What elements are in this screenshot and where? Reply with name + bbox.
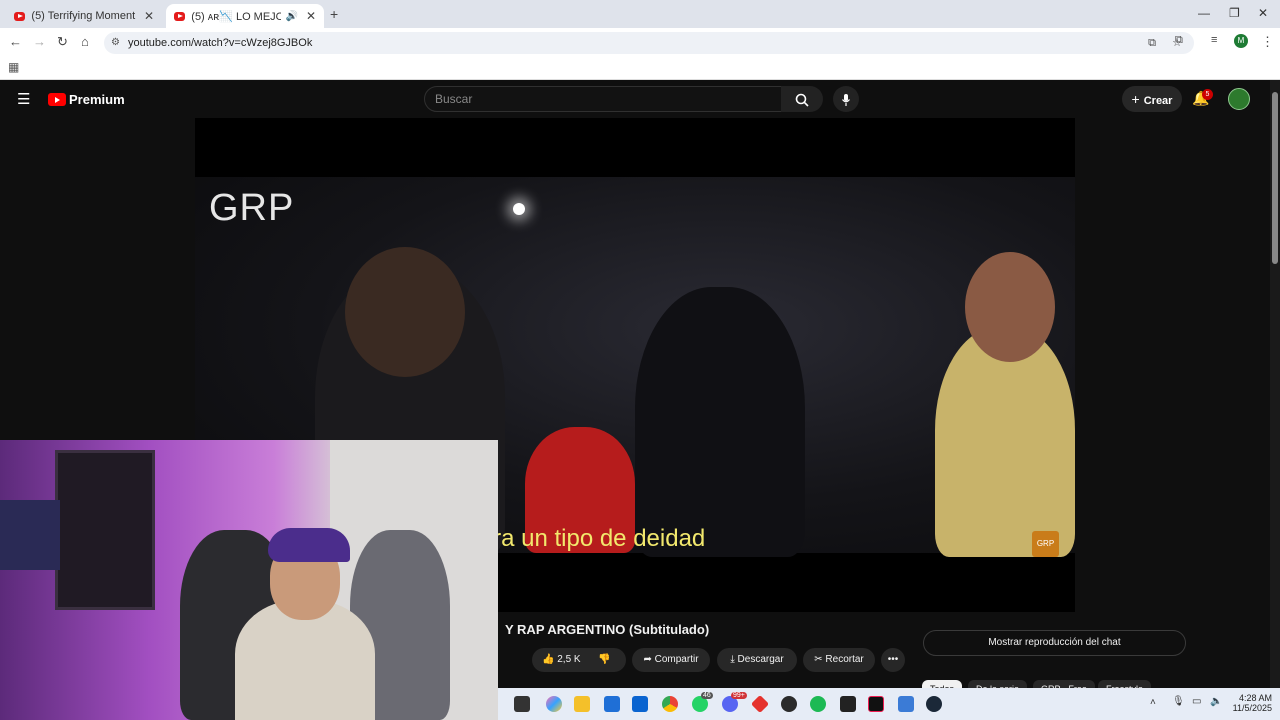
notification-badge: 5 bbox=[1202, 89, 1213, 100]
copilot-icon[interactable] bbox=[546, 696, 562, 712]
download-button[interactable]: ⤓ Descargar bbox=[717, 648, 797, 672]
scrollbar-thumb[interactable] bbox=[1272, 92, 1278, 264]
whatsapp-badge: 46 bbox=[701, 692, 713, 699]
page-scrollbar[interactable] bbox=[1270, 80, 1280, 688]
logo-text: Premium bbox=[69, 92, 125, 107]
cast-icon[interactable]: ⧉ bbox=[1148, 32, 1156, 54]
browser-tab-2[interactable]: (5) ᴀʀ📉 LO MEJOR DE ISSY 🔊 ✕ bbox=[166, 4, 324, 28]
youtube-header: ☰ Premium Buscar + Crear 🔔 5 bbox=[0, 80, 1280, 118]
store-icon[interactable] bbox=[604, 696, 620, 712]
epic-games-icon[interactable] bbox=[840, 696, 856, 712]
clip-label: Recortar bbox=[825, 654, 864, 665]
webcam-monitor bbox=[0, 500, 60, 570]
address-bar[interactable]: ⚙ youtube.com/watch?v=cWzej8GJBOk ⧉ ☆ bbox=[104, 32, 1194, 54]
close-tab-icon[interactable]: ✕ bbox=[306, 9, 316, 23]
browser-tab-1[interactable]: (5) Terrifying Moment! U.S. Co ✕ bbox=[6, 4, 162, 28]
download-icon: ⤓ bbox=[730, 654, 735, 665]
voice-search-button[interactable] bbox=[833, 86, 859, 112]
file-explorer-icon[interactable] bbox=[574, 696, 590, 712]
tab-title: (5) Terrifying Moment! U.S. Co bbox=[31, 10, 136, 22]
video-title: Y RAP ARGENTINO (Subtitulado) bbox=[505, 622, 710, 637]
browser-toolbar: ← → ↻ ⌂ ⚙ youtube.com/watch?v=cWzej8GJBO… bbox=[0, 28, 1280, 56]
clock-time: 4:28 AM bbox=[1238, 693, 1272, 703]
site-info-icon[interactable]: ⚙ bbox=[111, 32, 120, 54]
volume-icon[interactable]: 🔈 bbox=[1210, 696, 1222, 707]
photos-icon[interactable] bbox=[898, 696, 914, 712]
like-dislike-group: 👍 2,5 K 👎 bbox=[532, 648, 626, 672]
channel-branding-watermark[interactable]: GRP bbox=[1032, 531, 1059, 557]
url-text: youtube.com/watch?v=cWzej8GJBOk bbox=[128, 37, 313, 49]
app-diamond-icon[interactable] bbox=[750, 694, 770, 714]
tab-title: (5) ᴀʀ📉 LO MEJOR DE ISSY bbox=[191, 10, 282, 23]
spotify-icon[interactable] bbox=[810, 696, 826, 712]
speaker-icon[interactable]: 🔊 bbox=[285, 11, 297, 22]
outlook-icon[interactable] bbox=[632, 696, 648, 712]
account-avatar[interactable] bbox=[1228, 88, 1250, 110]
network-icon[interactable]: ▭ bbox=[1192, 696, 1201, 707]
video-person-hooded bbox=[635, 287, 805, 557]
share-button[interactable]: ➦ Compartir bbox=[632, 648, 710, 672]
scissors-icon: ✂ bbox=[814, 654, 823, 665]
window-close-icon[interactable]: ✕ bbox=[1258, 6, 1268, 20]
clock-date: 11/5/2025 bbox=[1232, 703, 1272, 713]
thumbs-down-icon: 👎 bbox=[598, 654, 611, 665]
extensions-icon[interactable]: ⧉ bbox=[1175, 34, 1183, 47]
restore-icon[interactable]: ❐ bbox=[1229, 6, 1240, 20]
like-count: 2,5 K bbox=[557, 654, 581, 665]
mic-tray-icon[interactable]: 🎙 bbox=[1172, 696, 1185, 707]
forward-icon[interactable]: → bbox=[33, 34, 46, 49]
profile-avatar-icon[interactable]: M bbox=[1234, 34, 1248, 48]
plus-icon: + bbox=[1131, 91, 1140, 107]
browser-tab-strip: (5) Terrifying Moment! U.S. Co ✕ (5) ᴀʀ📉… bbox=[0, 0, 1280, 28]
back-icon[interactable]: ← bbox=[9, 34, 22, 49]
create-label: Crear bbox=[1143, 95, 1173, 107]
tiktok-icon[interactable] bbox=[868, 696, 884, 712]
dislike-button[interactable]: 👎 bbox=[598, 648, 610, 672]
youtube-favicon-icon bbox=[14, 11, 26, 21]
home-icon[interactable]: ⌂ bbox=[81, 34, 89, 49]
close-tab-icon[interactable]: ✕ bbox=[144, 9, 154, 23]
search-icon bbox=[795, 93, 809, 107]
browser-menu-icon[interactable]: ⋮ bbox=[1261, 34, 1274, 50]
video-person-left-head bbox=[345, 247, 465, 377]
more-actions-button[interactable]: ••• bbox=[881, 648, 905, 672]
windows-taskbar: 46 99+ ˄ 🎙 ▭ 🔈 4:28 AM 11/5/2025 bbox=[498, 688, 1280, 720]
microphone-icon bbox=[842, 93, 850, 106]
clip-button[interactable]: ✂ Recortar bbox=[803, 648, 875, 672]
webcam-shelf bbox=[55, 450, 155, 610]
create-button[interactable]: + Crear bbox=[1122, 86, 1182, 112]
apps-grid-icon[interactable]: ▦ bbox=[8, 60, 19, 74]
video-watermark: GRP bbox=[209, 187, 295, 229]
tray-chevron-icon[interactable]: ˄ bbox=[1150, 697, 1156, 708]
steam-icon[interactable] bbox=[926, 696, 942, 712]
download-label: Descargar bbox=[737, 654, 784, 665]
youtube-favicon-icon bbox=[174, 11, 186, 21]
thumbs-up-icon: 👍 bbox=[542, 654, 555, 665]
show-chat-replay-button[interactable]: Mostrar reproducción del chat bbox=[923, 630, 1186, 656]
webcam-person-cap bbox=[268, 528, 350, 562]
youtube-logo-icon bbox=[48, 93, 66, 106]
share-label: Compartir bbox=[654, 654, 699, 665]
discord-badge: 99+ bbox=[731, 692, 747, 699]
taskbar-clock[interactable]: 4:28 AM 11/5/2025 bbox=[1226, 693, 1272, 713]
youtube-logo[interactable]: Premium bbox=[48, 92, 125, 107]
share-icon: ➦ bbox=[643, 654, 652, 665]
obs-icon[interactable] bbox=[781, 696, 797, 712]
video-person-right-head bbox=[965, 252, 1055, 362]
bookmarks-bar: ▦ bbox=[0, 56, 1280, 80]
like-button[interactable]: 👍 2,5 K bbox=[542, 654, 581, 665]
search-input[interactable]: Buscar bbox=[424, 86, 782, 112]
media-control-icon[interactable]: ≡ bbox=[1211, 34, 1217, 46]
new-tab-icon[interactable]: + bbox=[330, 6, 338, 22]
search-button[interactable] bbox=[781, 86, 823, 112]
chrome-icon[interactable] bbox=[662, 696, 678, 712]
webcam-overlay bbox=[0, 440, 498, 720]
hamburger-menu-icon[interactable]: ☰ bbox=[17, 90, 30, 108]
street-light bbox=[513, 203, 525, 215]
task-view-icon[interactable] bbox=[514, 696, 530, 712]
minimize-icon[interactable]: — bbox=[1198, 6, 1210, 20]
reload-icon[interactable]: ↻ bbox=[57, 34, 68, 50]
